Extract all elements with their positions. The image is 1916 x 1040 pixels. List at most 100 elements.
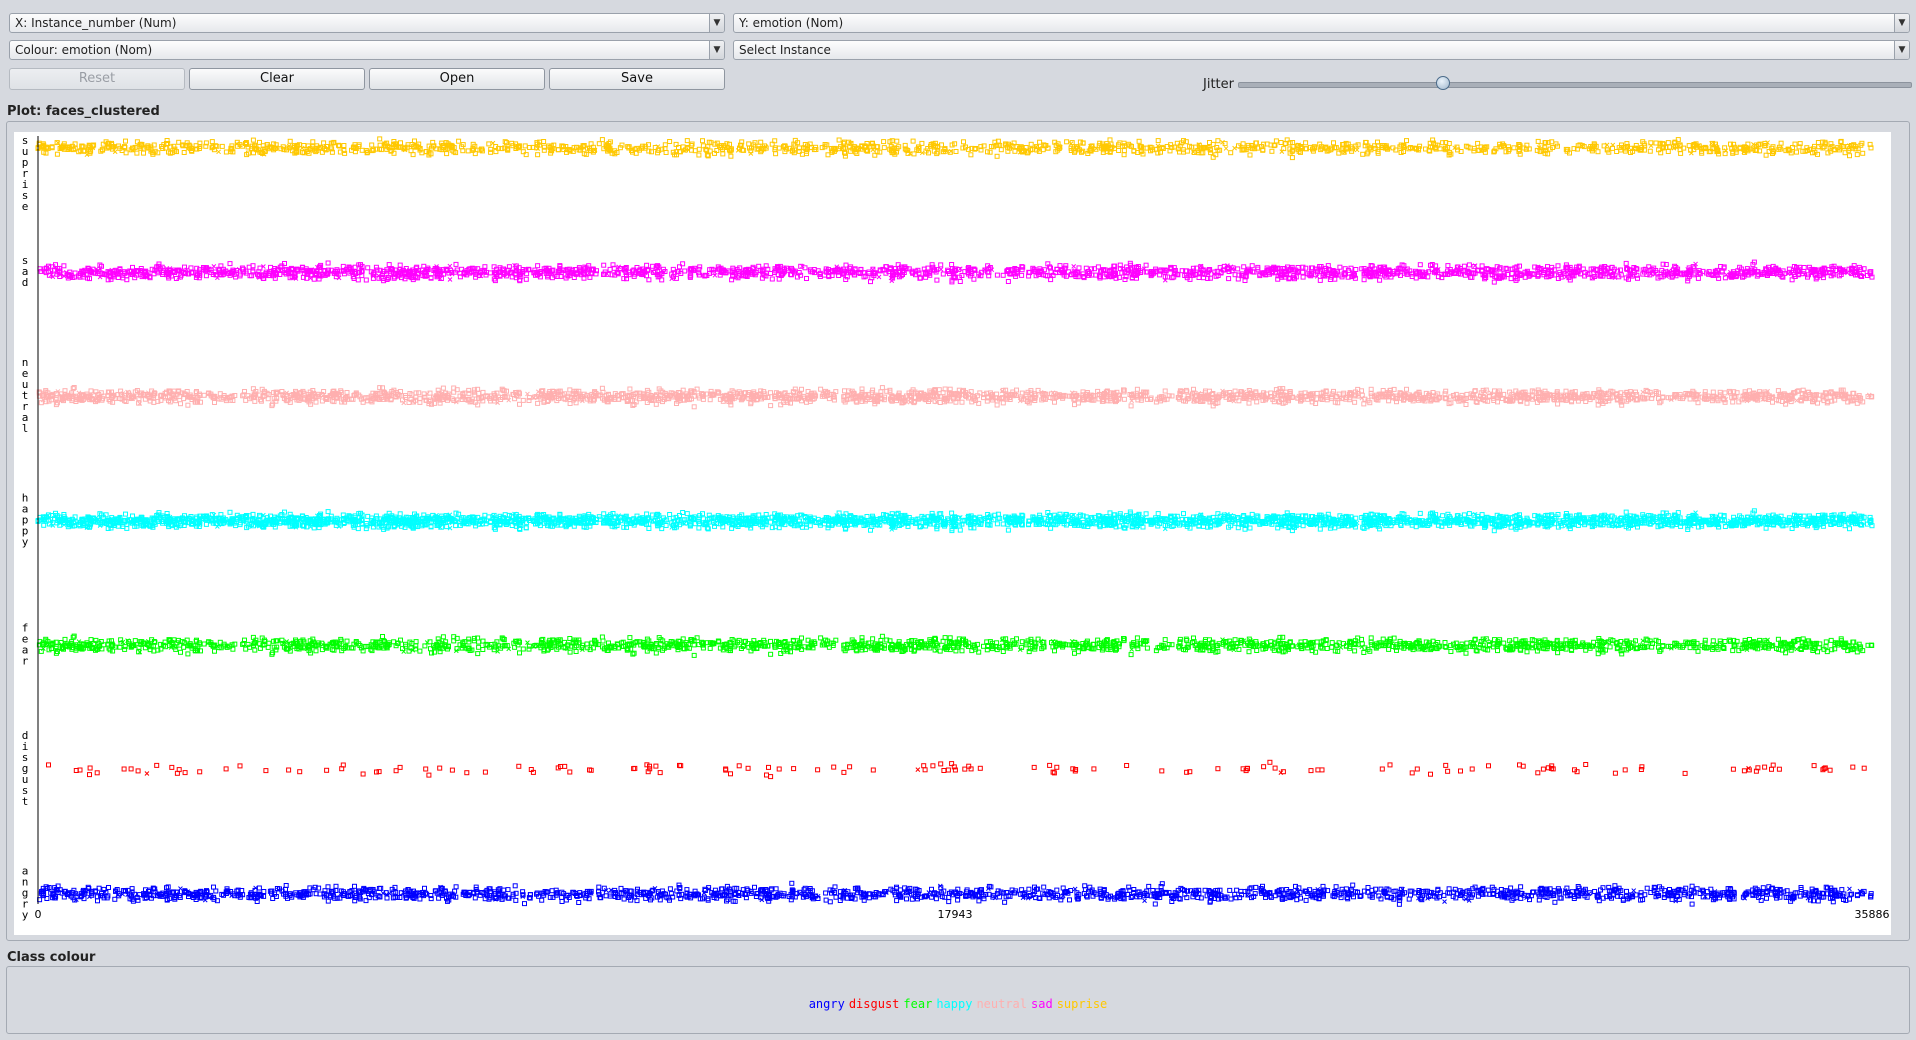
- save-button[interactable]: Save: [549, 68, 725, 90]
- data-point[interactable]: [1491, 528, 1497, 534]
- data-point[interactable]: [618, 885, 624, 891]
- data-point[interactable]: [512, 883, 518, 889]
- data-point[interactable]: [1387, 762, 1393, 768]
- data-point[interactable]: [1319, 767, 1325, 773]
- data-point[interactable]: [1518, 884, 1524, 890]
- data-point[interactable]: [823, 890, 829, 896]
- data-point[interactable]: [1142, 898, 1147, 904]
- clear-button[interactable]: Clear: [189, 68, 365, 90]
- data-point[interactable]: [426, 772, 432, 778]
- data-point[interactable]: [941, 768, 947, 773]
- data-point[interactable]: [657, 770, 663, 776]
- data-point[interactable]: [324, 767, 330, 773]
- data-point[interactable]: [121, 766, 127, 772]
- chevron-down-icon[interactable]: ▼: [1894, 41, 1909, 59]
- data-point[interactable]: [106, 885, 111, 890]
- data-point[interactable]: [352, 883, 357, 889]
- data-point[interactable]: [132, 638, 138, 644]
- data-point[interactable]: [815, 767, 821, 773]
- data-point[interactable]: [1443, 762, 1449, 768]
- data-point[interactable]: [212, 648, 217, 654]
- data-point[interactable]: [764, 772, 769, 778]
- data-point[interactable]: [1324, 646, 1330, 651]
- data-point[interactable]: [1644, 885, 1650, 891]
- data-point[interactable]: [1722, 639, 1728, 644]
- data-point[interactable]: [959, 648, 965, 654]
- data-point[interactable]: [945, 767, 951, 773]
- data-point[interactable]: [1794, 646, 1800, 652]
- data-point[interactable]: [879, 633, 885, 639]
- data-point[interactable]: [1607, 644, 1613, 650]
- data-point[interactable]: [596, 884, 602, 890]
- data-point[interactable]: [88, 637, 94, 643]
- data-point[interactable]: [1631, 888, 1637, 893]
- data-point[interactable]: [516, 763, 522, 769]
- data-point[interactable]: [547, 894, 553, 900]
- data-point[interactable]: [201, 641, 207, 647]
- data-point[interactable]: [422, 643, 428, 649]
- data-point[interactable]: [1469, 766, 1475, 772]
- data-point[interactable]: [1158, 884, 1164, 889]
- data-point[interactable]: [1445, 768, 1451, 774]
- data-point[interactable]: [847, 764, 853, 770]
- data-point[interactable]: [87, 765, 93, 771]
- data-point[interactable]: [1386, 646, 1392, 652]
- data-point[interactable]: [437, 765, 443, 771]
- data-point[interactable]: [1839, 887, 1845, 893]
- data-point[interactable]: [549, 888, 555, 894]
- data-point[interactable]: [1377, 526, 1383, 532]
- data-point[interactable]: [1624, 888, 1629, 894]
- data-point[interactable]: [237, 763, 243, 769]
- data-point[interactable]: [1253, 884, 1259, 890]
- data-point[interactable]: [1811, 763, 1817, 769]
- data-point[interactable]: [1495, 648, 1500, 654]
- data-point[interactable]: [1486, 763, 1491, 769]
- data-point[interactable]: [95, 898, 100, 904]
- data-point[interactable]: [736, 763, 742, 769]
- data-point[interactable]: [773, 886, 779, 892]
- data-point[interactable]: [752, 884, 757, 890]
- data-point[interactable]: [621, 896, 627, 902]
- data-point[interactable]: [1535, 770, 1541, 776]
- data-point[interactable]: [599, 634, 605, 640]
- data-point[interactable]: [915, 767, 921, 772]
- data-point[interactable]: [333, 883, 339, 889]
- data-point[interactable]: [1413, 524, 1419, 530]
- data-point[interactable]: [802, 885, 808, 891]
- data-point[interactable]: [904, 896, 909, 902]
- data-point[interactable]: [818, 635, 824, 641]
- data-point[interactable]: [1308, 768, 1314, 774]
- data-point[interactable]: [870, 767, 876, 773]
- data-point[interactable]: [1770, 762, 1776, 768]
- data-point[interactable]: [1047, 762, 1053, 768]
- data-point[interactable]: [1730, 648, 1736, 654]
- data-point[interactable]: [256, 885, 262, 891]
- data-point[interactable]: [653, 763, 659, 769]
- data-point[interactable]: [423, 766, 429, 772]
- data-point[interactable]: [505, 887, 511, 893]
- data-point[interactable]: [87, 772, 92, 778]
- data-point[interactable]: [472, 895, 478, 901]
- data-point[interactable]: [1406, 896, 1412, 902]
- data-point[interactable]: [1144, 645, 1150, 651]
- select-instance-select[interactable]: Select Instance ▼: [733, 40, 1910, 60]
- data-point[interactable]: [1091, 766, 1097, 772]
- data-point[interactable]: [286, 767, 292, 773]
- data-point[interactable]: [522, 901, 527, 907]
- data-point[interactable]: [1689, 883, 1695, 889]
- data-point[interactable]: [799, 635, 804, 641]
- data-point[interactable]: [573, 649, 579, 654]
- data-point[interactable]: [576, 900, 582, 905]
- data-point[interactable]: [413, 639, 419, 645]
- data-point[interactable]: [128, 766, 134, 772]
- data-point[interactable]: [627, 635, 633, 641]
- data-point[interactable]: [227, 509, 233, 515]
- chevron-down-icon[interactable]: ▼: [709, 41, 724, 59]
- data-point[interactable]: [203, 521, 209, 527]
- data-point[interactable]: [393, 768, 399, 774]
- data-point[interactable]: [831, 764, 837, 770]
- data-point[interactable]: [1159, 881, 1165, 887]
- data-point[interactable]: [440, 634, 446, 640]
- jitter-slider-thumb[interactable]: [1436, 76, 1450, 90]
- data-point[interactable]: [1828, 637, 1834, 643]
